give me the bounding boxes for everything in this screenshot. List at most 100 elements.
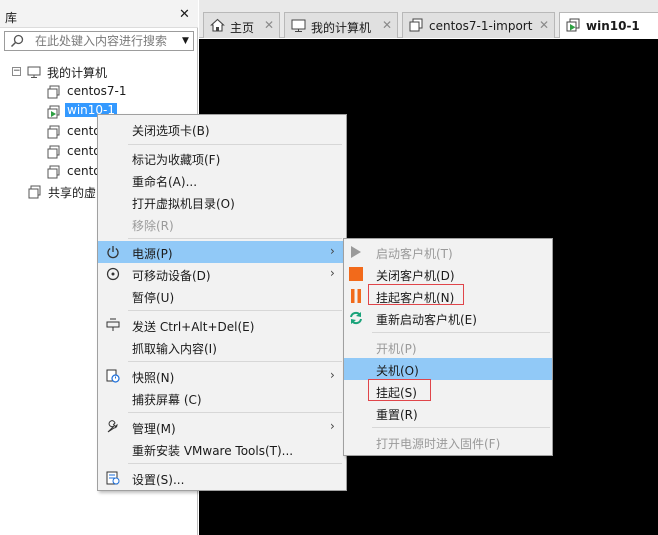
menu-item-label: 抓取输入内容(I): [132, 342, 217, 356]
menu-item-label: 重新启动客户机(E): [376, 313, 477, 327]
tree-item-vm[interactable]: centos7-1: [67, 84, 126, 98]
menu-item-send-ctrl-alt-del[interactable]: 发送 Ctrl+Alt+Del(E): [98, 314, 346, 336]
menu-item-label: 重新安装 VMware Tools(T)...: [132, 444, 294, 458]
menu-item-rename[interactable]: 重命名(A)...: [98, 169, 346, 191]
search-input[interactable]: [35, 32, 175, 50]
menu-item-close-tab[interactable]: 关闭选项卡(B): [98, 118, 346, 140]
menu-item-label: 捕获屏幕 (C): [132, 393, 202, 407]
wrench-icon: [107, 420, 118, 433]
menu-item-label: 暂停(U): [132, 291, 175, 305]
menu-separator: [128, 412, 342, 413]
menu-item-removable-devices[interactable]: 可移动设备(D) ›: [98, 263, 346, 285]
menu-item-label: 可移动设备(D): [132, 269, 211, 283]
computer-icon: [27, 66, 41, 78]
vmware-workstation-window: 库 ✕ ▼ − 我的计算机 centos7-1 win10-1: [0, 0, 658, 535]
menu-item-label: 关机(O): [376, 364, 419, 378]
close-icon[interactable]: ✕: [179, 8, 190, 21]
tab-centos7-1-import[interactable]: centos7-1-import ✕: [402, 12, 555, 38]
vm-icon: [47, 125, 60, 139]
library-title: 库: [5, 11, 18, 25]
menu-item-pause[interactable]: 暂停(U): [98, 285, 346, 307]
tab-home[interactable]: 主页 ✕: [203, 12, 280, 38]
menu-item-label: 关闭选项卡(B): [132, 124, 210, 138]
menu-separator: [128, 144, 342, 145]
power-submenu: 启动客户机(T) 关闭客户机(D) 挂起客户机(N) 重新启动客户机(E) 开机…: [343, 238, 553, 456]
vm-running-icon: [47, 105, 60, 119]
tree-item-vm[interactable]: cento: [67, 124, 101, 138]
menu-item-grab-input[interactable]: 抓取输入内容(I): [98, 336, 346, 358]
menu-separator: [128, 238, 342, 239]
library-search-box[interactable]: ▼: [4, 31, 194, 51]
menu-item-label: 设置(S)...: [132, 473, 185, 487]
library-header: 库 ✕: [0, 0, 198, 28]
menu-item-mark-favorite[interactable]: 标记为收藏项(F): [98, 147, 346, 169]
menu-item-label: 重置(R): [376, 408, 418, 422]
menu-item-label: 快照(N): [132, 371, 175, 385]
menu-item-reinstall-vmware-tools[interactable]: 重新安装 VMware Tools(T)...: [98, 438, 346, 460]
computer-icon: [291, 19, 306, 32]
vm-icon: [47, 165, 60, 179]
settings-icon: [106, 471, 120, 485]
menu-item-label: 电源(P): [132, 247, 173, 261]
snapshot-icon: [106, 369, 120, 383]
menu-item-open-vm-directory[interactable]: 打开虚拟机目录(O): [98, 191, 346, 213]
menu-item-settings[interactable]: 设置(S)...: [98, 467, 346, 489]
menu-separator: [372, 427, 550, 428]
close-icon[interactable]: ✕: [382, 18, 392, 32]
keyboard-icon: [106, 318, 120, 331]
menu-item-snapshot[interactable]: 快照(N) ›: [98, 365, 346, 387]
menu-item-label: 标记为收藏项(F): [132, 153, 221, 167]
menu-item-shutdown-guest[interactable]: 关闭客户机(D): [344, 263, 552, 285]
home-icon: [210, 18, 225, 32]
vm-context-menu: 关闭选项卡(B) 标记为收藏项(F) 重命名(A)... 打开虚拟机目录(O) …: [97, 114, 347, 491]
vm-icon: [409, 18, 423, 32]
menu-item-label: 移除(R): [132, 219, 174, 233]
tab-win10-1[interactable]: win10-1: [559, 12, 658, 38]
tree-item-vm[interactable]: cento: [67, 144, 101, 158]
menu-item-label: 启动客户机(T): [376, 247, 453, 261]
search-icon: [10, 34, 24, 48]
vm-icon: [47, 85, 60, 99]
menu-separator: [128, 310, 342, 311]
menu-separator: [128, 463, 342, 464]
menu-item-label: 发送 Ctrl+Alt+Del(E): [132, 320, 255, 334]
menu-item-label: 打开虚拟机目录(O): [132, 197, 235, 211]
chevron-right-icon: ›: [330, 368, 335, 382]
annotation-highlight-box: [368, 284, 464, 305]
shared-vms-icon: [28, 185, 41, 199]
tab-label: centos7-1-import: [429, 19, 533, 33]
tree-item-my-computer[interactable]: 我的计算机: [47, 64, 107, 81]
menu-item-capture-screen[interactable]: 捕获屏幕 (C): [98, 387, 346, 409]
close-icon[interactable]: ✕: [539, 18, 549, 32]
tab-strip: 主页 ✕ 我的计算机 ✕ centos7-1-import ✕ win10-1: [199, 0, 658, 38]
menu-item-manage[interactable]: 管理(M) ›: [98, 416, 346, 438]
menu-item-label: 关闭客户机(D): [376, 269, 455, 283]
tree-collapse-toggle[interactable]: −: [12, 67, 21, 76]
menu-item-start-guest[interactable]: 启动客户机(T): [344, 241, 552, 263]
menu-item-power[interactable]: 电源(P) ›: [98, 241, 346, 263]
tree-item-vm[interactable]: cento: [67, 164, 101, 178]
chevron-right-icon: ›: [330, 419, 335, 433]
menu-item-remove[interactable]: 移除(R): [98, 213, 346, 235]
menu-item-power-off[interactable]: 关机(O): [344, 358, 552, 380]
stop-icon: [349, 267, 363, 281]
tab-label: 我的计算机: [311, 21, 372, 35]
menu-item-power-on[interactable]: 开机(P): [344, 336, 552, 358]
menu-item-label: 管理(M): [132, 422, 176, 436]
close-icon[interactable]: ✕: [264, 18, 274, 32]
vm-icon: [47, 145, 60, 159]
tab-my-computer[interactable]: 我的计算机 ✕: [284, 12, 398, 38]
tree-item-shared-vms[interactable]: 共享的虚: [48, 184, 96, 201]
menu-item-power-on-to-firmware[interactable]: 打开电源时进入固件(F): [344, 431, 552, 453]
tab-label: 主页: [230, 21, 255, 35]
menu-item-restart-guest[interactable]: 重新启动客户机(E): [344, 307, 552, 329]
vm-running-icon: [566, 18, 580, 32]
chevron-right-icon: ›: [330, 244, 335, 258]
menu-separator: [372, 332, 550, 333]
play-icon: [351, 246, 361, 258]
menu-separator: [128, 361, 342, 362]
menu-item-label: 开机(P): [376, 342, 417, 356]
menu-item-reset[interactable]: 重置(R): [344, 402, 552, 424]
chevron-right-icon: ›: [330, 266, 335, 280]
chevron-down-icon[interactable]: ▼: [182, 36, 189, 46]
